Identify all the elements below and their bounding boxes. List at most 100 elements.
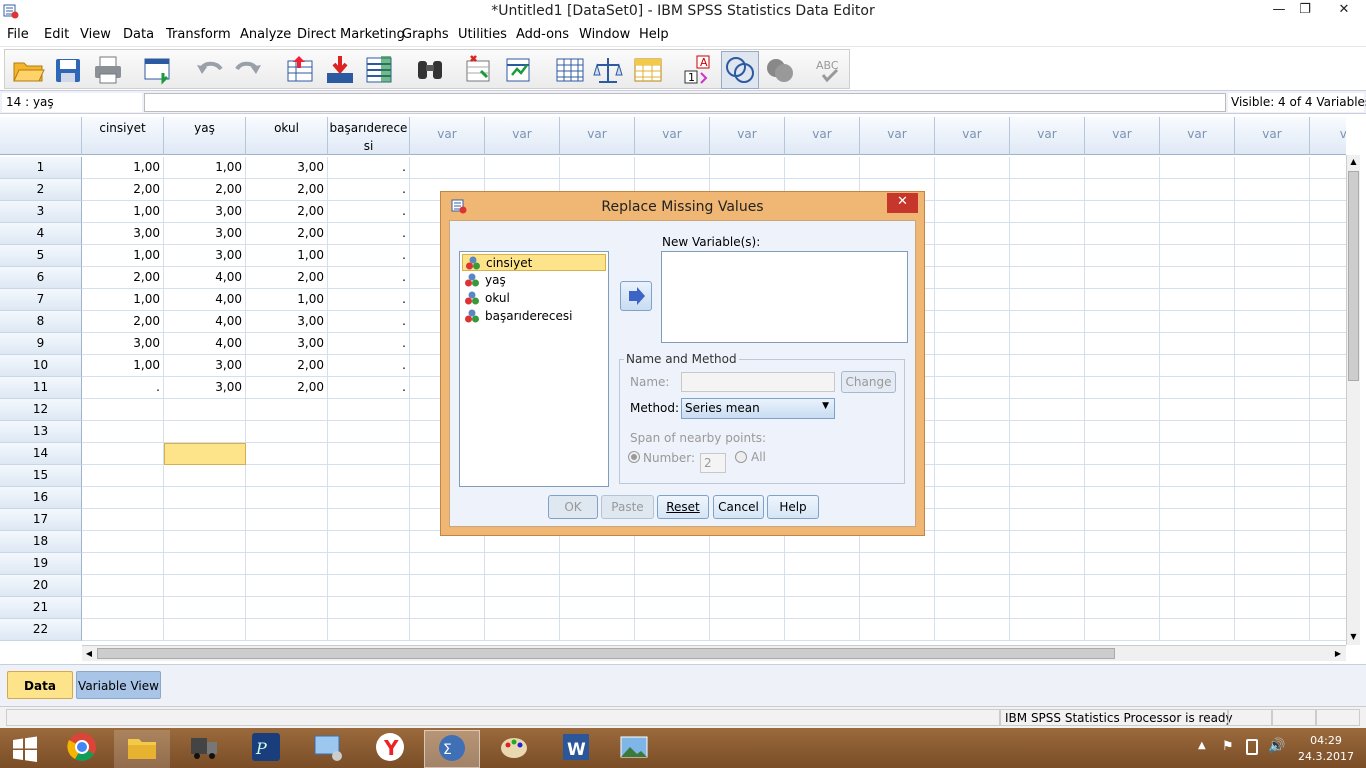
scroll-down-icon[interactable]: ▼ bbox=[1347, 630, 1360, 644]
data-cell[interactable] bbox=[635, 619, 710, 641]
data-cell[interactable] bbox=[1085, 597, 1160, 619]
data-cell[interactable]: 4,00 bbox=[164, 267, 246, 289]
data-cell[interactable]: 3,00 bbox=[164, 201, 246, 223]
empty-var-column-header[interactable]: var bbox=[635, 117, 710, 155]
data-cell[interactable] bbox=[1310, 377, 1346, 399]
data-cell[interactable] bbox=[1235, 399, 1310, 421]
data-cell[interactable] bbox=[1310, 509, 1346, 531]
data-cell[interactable] bbox=[1310, 399, 1346, 421]
data-cell[interactable] bbox=[82, 575, 164, 597]
data-cell[interactable] bbox=[1160, 575, 1235, 597]
row-header[interactable]: 6 bbox=[0, 267, 82, 289]
data-cell[interactable] bbox=[164, 553, 246, 575]
data-cell[interactable] bbox=[1160, 289, 1235, 311]
chrome-taskbar-icon[interactable] bbox=[54, 730, 110, 768]
data-cell[interactable] bbox=[485, 597, 560, 619]
data-cell[interactable]: 3,00 bbox=[164, 245, 246, 267]
data-cell[interactable] bbox=[935, 157, 1010, 179]
use-variable-sets-button[interactable] bbox=[721, 51, 759, 89]
row-header[interactable]: 5 bbox=[0, 245, 82, 267]
empty-var-column-header[interactable]: var bbox=[485, 117, 560, 155]
data-cell[interactable] bbox=[485, 157, 560, 179]
data-cell[interactable]: 2,00 bbox=[82, 179, 164, 201]
number-radio[interactable] bbox=[628, 451, 640, 463]
data-cell[interactable] bbox=[246, 421, 328, 443]
data-cell[interactable] bbox=[1160, 509, 1235, 531]
find-icon[interactable] bbox=[413, 53, 447, 87]
data-cell[interactable] bbox=[1085, 245, 1160, 267]
row-header[interactable]: 22 bbox=[0, 619, 82, 641]
data-cell[interactable] bbox=[935, 289, 1010, 311]
data-cell[interactable] bbox=[1310, 531, 1346, 553]
data-cell[interactable]: 3,00 bbox=[164, 377, 246, 399]
data-cell[interactable] bbox=[1160, 597, 1235, 619]
data-cell[interactable] bbox=[785, 575, 860, 597]
data-cell[interactable] bbox=[82, 399, 164, 421]
data-cell[interactable] bbox=[246, 487, 328, 509]
volume-icon[interactable]: 🔊 bbox=[1268, 738, 1285, 754]
row-header[interactable]: 10 bbox=[0, 355, 82, 377]
data-cell[interactable] bbox=[82, 421, 164, 443]
data-cell[interactable] bbox=[935, 597, 1010, 619]
data-cell[interactable] bbox=[1010, 575, 1085, 597]
data-cell[interactable] bbox=[1085, 267, 1160, 289]
data-cell[interactable] bbox=[1160, 333, 1235, 355]
data-cell[interactable] bbox=[328, 575, 410, 597]
cancel-button[interactable]: Cancel bbox=[713, 495, 764, 519]
data-cell[interactable] bbox=[328, 553, 410, 575]
data-cell[interactable]: 2,00 bbox=[246, 355, 328, 377]
row-header[interactable]: 13 bbox=[0, 421, 82, 443]
data-cell[interactable] bbox=[860, 597, 935, 619]
data-cell[interactable] bbox=[1085, 179, 1160, 201]
tab-variable-view[interactable]: Variable View bbox=[76, 671, 161, 699]
row-header[interactable]: 1 bbox=[0, 157, 82, 179]
data-cell[interactable]: . bbox=[328, 355, 410, 377]
data-cell[interactable] bbox=[1085, 333, 1160, 355]
data-cell[interactable] bbox=[1310, 597, 1346, 619]
file-explorer-taskbar-icon[interactable] bbox=[114, 730, 170, 768]
data-cell[interactable]: . bbox=[328, 223, 410, 245]
data-cell[interactable] bbox=[1160, 377, 1235, 399]
data-cell[interactable]: 1,00 bbox=[82, 157, 164, 179]
data-cell[interactable] bbox=[1160, 465, 1235, 487]
data-cell[interactable] bbox=[328, 443, 410, 465]
vertical-scroll-thumb[interactable] bbox=[1348, 171, 1359, 381]
data-cell[interactable] bbox=[1310, 223, 1346, 245]
data-cell[interactable] bbox=[1010, 597, 1085, 619]
data-cell[interactable] bbox=[328, 509, 410, 531]
data-cell[interactable] bbox=[410, 157, 485, 179]
data-cell[interactable] bbox=[410, 553, 485, 575]
data-cell[interactable]: 2,00 bbox=[82, 311, 164, 333]
data-cell[interactable] bbox=[246, 531, 328, 553]
data-cell[interactable] bbox=[1235, 421, 1310, 443]
data-cell[interactable]: . bbox=[328, 289, 410, 311]
data-cell[interactable] bbox=[1160, 267, 1235, 289]
data-cell[interactable]: 3,00 bbox=[82, 333, 164, 355]
variables-icon[interactable] bbox=[363, 53, 397, 87]
data-cell[interactable]: 2,00 bbox=[164, 179, 246, 201]
dialog-close-button[interactable]: ✕ bbox=[887, 193, 918, 213]
open-folder-icon[interactable] bbox=[11, 53, 45, 87]
pb-app-taskbar-icon[interactable]: P bbox=[238, 730, 294, 768]
menu-addons[interactable]: Add-ons bbox=[516, 27, 569, 42]
row-header[interactable]: 11 bbox=[0, 377, 82, 399]
data-cell[interactable]: . bbox=[328, 267, 410, 289]
data-cell[interactable] bbox=[1235, 245, 1310, 267]
data-cell[interactable]: . bbox=[328, 179, 410, 201]
data-cell[interactable] bbox=[328, 421, 410, 443]
data-cell[interactable] bbox=[1235, 201, 1310, 223]
data-cell[interactable]: . bbox=[328, 245, 410, 267]
data-cell[interactable] bbox=[82, 553, 164, 575]
data-cell[interactable] bbox=[935, 267, 1010, 289]
save-icon[interactable] bbox=[51, 53, 85, 87]
change-button[interactable]: Change bbox=[841, 371, 896, 393]
data-cell[interactable] bbox=[1010, 267, 1085, 289]
data-cell[interactable] bbox=[82, 619, 164, 641]
data-cell[interactable] bbox=[1010, 619, 1085, 641]
data-cell[interactable] bbox=[1085, 575, 1160, 597]
data-cell[interactable] bbox=[246, 509, 328, 531]
data-cell[interactable] bbox=[1010, 201, 1085, 223]
cell-value-input[interactable] bbox=[144, 93, 1226, 112]
data-cell[interactable]: . bbox=[328, 311, 410, 333]
data-cell[interactable] bbox=[246, 465, 328, 487]
